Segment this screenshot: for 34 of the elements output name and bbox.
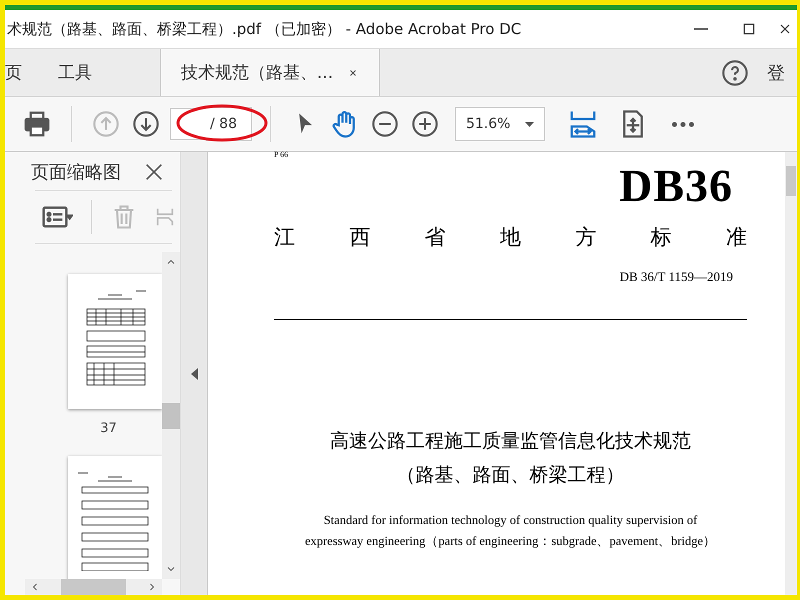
close-icon [143, 161, 165, 183]
scroll-thumb[interactable] [61, 579, 126, 595]
page-scrollbar[interactable] [785, 152, 797, 595]
tab[interactable]: 页 [5, 49, 40, 96]
maximize-icon [741, 21, 757, 37]
vertical-scrollbar[interactable] [162, 252, 180, 579]
page-mark: P 66 [274, 150, 290, 159]
document-title: 高速公路工程施工质量监管信息化技术规范 [329, 429, 692, 454]
horizontal-scrollbar[interactable] [25, 579, 162, 595]
left-triangle-icon [190, 368, 198, 380]
english-title: Standard for information technology of construction quality supervision of expressway engineering（parts of engineering：subgrade、pavement、bridge） [304, 512, 718, 550]
help-icon [721, 58, 749, 86]
issuer-heading: 江 西 省 地 方 标 准 [274, 224, 747, 251]
printer-icon [22, 109, 52, 139]
zoom-dropdown[interactable]: 51.6% [454, 107, 545, 141]
tab[interactable]: 工具 [40, 49, 110, 96]
panel-title: 页面缩略图 [31, 161, 121, 184]
page-thumbnail[interactable] [68, 274, 162, 409]
fit-width-icon [568, 109, 598, 139]
zoom-out-icon [370, 110, 399, 138]
tab[interactable]: 技术规范（路基、... [160, 49, 380, 96]
document-title: （路基、路面、桥梁工程） [396, 463, 626, 488]
scroll-thumb[interactable] [786, 166, 796, 196]
scroll-thumb[interactable] [162, 402, 180, 428]
more-icon [672, 122, 694, 126]
page-thumbnail[interactable] [68, 456, 162, 579]
page-number-label: 37 [100, 421, 117, 436]
standard-code: DB36 [618, 163, 734, 209]
zoom-in-icon [410, 110, 439, 138]
window-title: 术规范（路基、路面、桥梁工程）.pdf （已加密） - Adobe Acrobat Pro DC [6, 20, 522, 38]
standard-number: DB 36/T 1159—2019 [618, 269, 734, 285]
caret-icon [524, 122, 534, 126]
minimize-icon [694, 28, 708, 30]
sign-in-button[interactable]: 登 [767, 49, 797, 96]
